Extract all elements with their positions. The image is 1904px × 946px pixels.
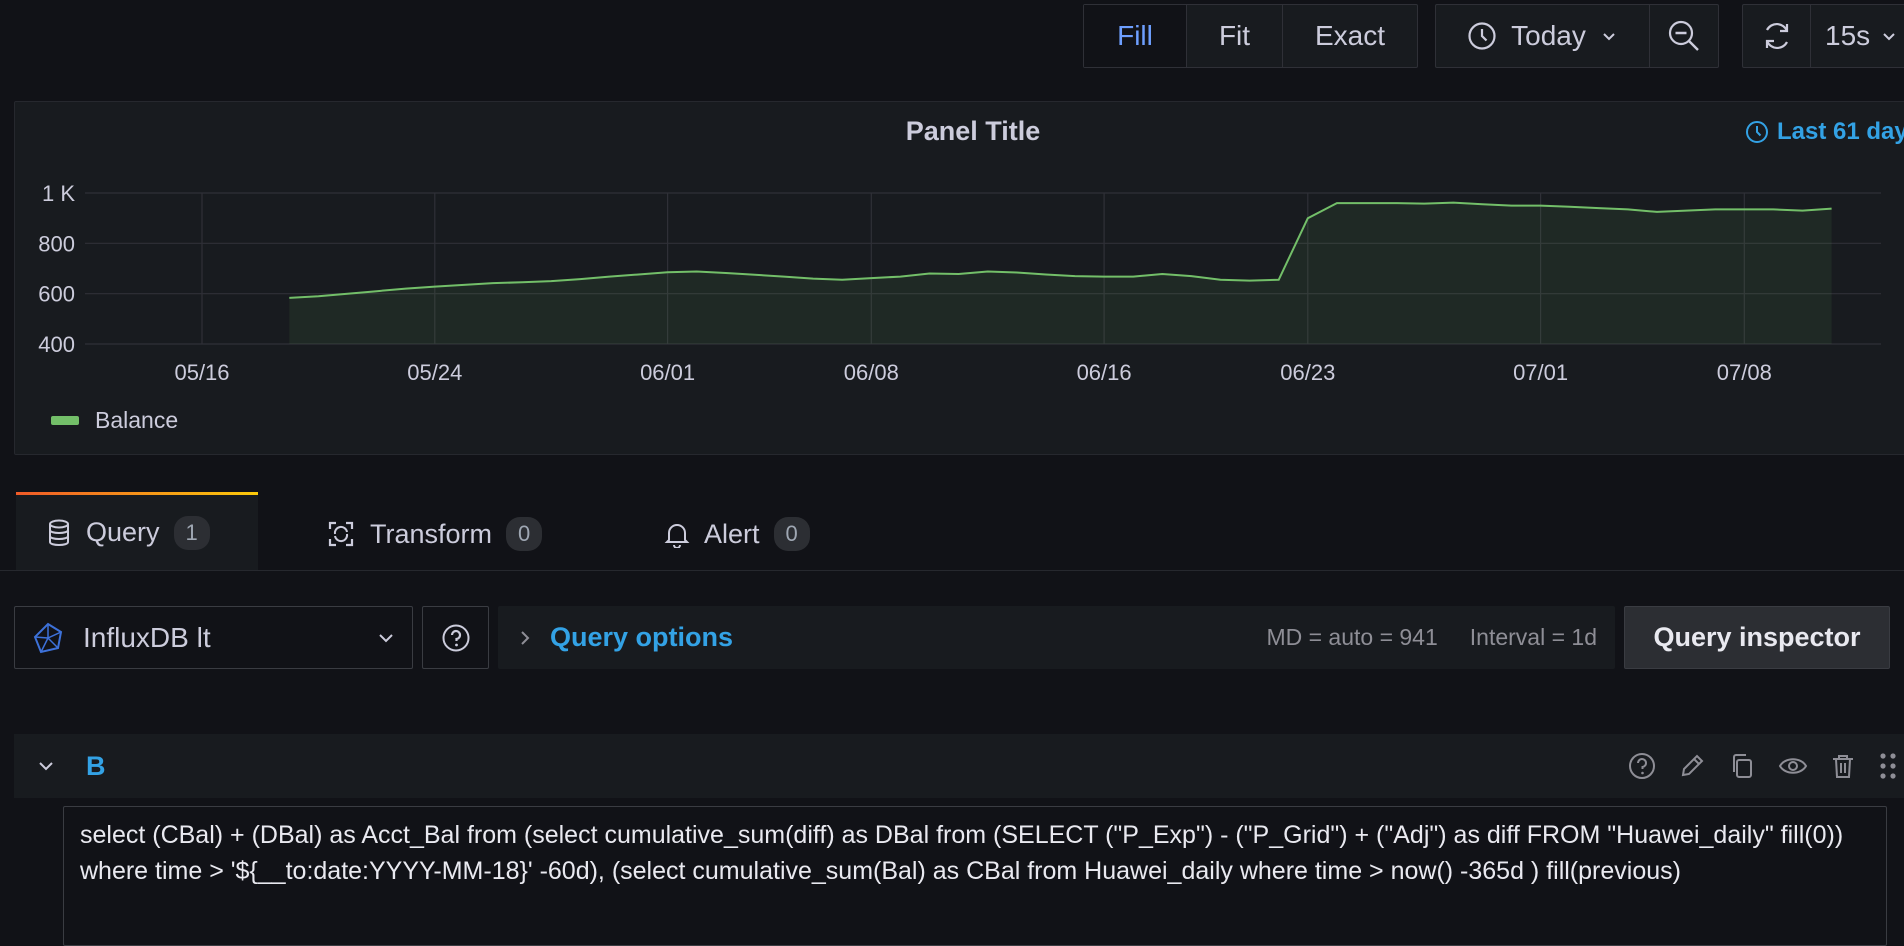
datasource-picker[interactable]: InfluxDB lt	[14, 606, 413, 669]
query-options-label: Query options	[550, 622, 734, 652]
series-area-balance	[289, 202, 1832, 344]
query-inspector-button[interactable]: Query inspector	[1624, 606, 1890, 669]
chevron-right-icon	[521, 630, 530, 645]
datasource-help-button[interactable]	[422, 606, 489, 669]
x-tick-label: 05/24	[407, 360, 462, 385]
refresh-icon	[1765, 22, 1788, 50]
legend-item-balance[interactable]: Balance	[95, 407, 178, 434]
tab-alert[interactable]: Alert 0	[634, 495, 840, 573]
view-mode-group: Fill Fit Exact	[1083, 4, 1418, 68]
help-icon[interactable]	[1628, 752, 1656, 780]
tabs-divider	[0, 570, 1904, 571]
refresh-button[interactable]	[1743, 5, 1811, 67]
y-tick-label: 1 K	[42, 181, 75, 206]
zoom-out-icon	[1668, 20, 1699, 51]
tab-transform[interactable]: Transform 0	[296, 495, 572, 573]
clock-icon	[1468, 22, 1496, 50]
tab-query-label: Query	[86, 517, 160, 547]
max-data-points: MD = auto = 941	[1266, 624, 1438, 650]
time-range-label: Today	[1511, 20, 1586, 51]
query-options-info: MD = auto = 941 Interval = 1d	[1266, 624, 1597, 651]
chevron-down-icon	[1883, 33, 1895, 41]
fit-button[interactable]: Fit	[1187, 5, 1283, 67]
copy-icon[interactable]	[1728, 752, 1756, 780]
x-tick-label: 06/01	[640, 360, 695, 385]
x-tick-label: 07/08	[1717, 360, 1772, 385]
database-icon	[49, 519, 69, 546]
chevron-down-icon	[379, 633, 393, 642]
time-picker-group: Today	[1435, 4, 1719, 68]
refresh-interval-picker[interactable]: 15s	[1811, 5, 1904, 67]
query-row-actions	[1628, 734, 1898, 798]
refresh-group: 15s	[1742, 4, 1904, 68]
legend-swatch	[51, 416, 79, 425]
tab-query-count: 1	[173, 515, 210, 550]
chevron-down-icon	[1603, 33, 1615, 41]
y-tick-label: 600	[38, 282, 75, 307]
help-icon	[442, 624, 469, 651]
exact-button[interactable]: Exact	[1283, 5, 1417, 67]
interval-info: Interval = 1d	[1469, 624, 1597, 650]
fill-button[interactable]: Fill	[1084, 5, 1187, 67]
query-row-header: B	[14, 734, 1904, 798]
x-tick-label: 06/16	[1077, 360, 1132, 385]
tab-alert-label: Alert	[704, 518, 760, 549]
bell-icon	[664, 524, 690, 548]
x-tick-label: 06/08	[844, 360, 899, 385]
y-tick-label: 800	[38, 231, 75, 256]
transform-icon	[328, 521, 354, 547]
y-tick-label: 400	[38, 332, 75, 357]
time-range-picker[interactable]: Today	[1436, 5, 1650, 67]
tab-transform-count: 0	[506, 517, 543, 551]
x-tick-label: 07/01	[1513, 360, 1568, 385]
legend: Balance	[51, 407, 178, 434]
tab-alert-count: 0	[773, 517, 810, 551]
tab-query[interactable]: Query 1	[16, 492, 258, 570]
collapse-chevron-icon[interactable]	[36, 756, 56, 776]
datasource-name: InfluxDB lt	[83, 621, 211, 653]
query-options-bar[interactable]: Query options MD = auto = 941 Interval =…	[498, 606, 1615, 669]
x-tick-label: 06/23	[1280, 360, 1335, 385]
graph-panel: Panel Title Last 61 days 4006008001 K05/…	[14, 101, 1904, 455]
x-tick-label: 05/16	[174, 360, 229, 385]
influxdb-icon	[33, 622, 63, 653]
drag-handle-icon[interactable]	[1878, 751, 1898, 781]
zoom-out-button[interactable]	[1650, 5, 1718, 67]
query-name[interactable]: B	[86, 751, 106, 782]
refresh-interval-label: 15s	[1825, 20, 1871, 51]
eye-icon[interactable]	[1778, 752, 1808, 780]
tab-transform-label: Transform	[370, 518, 493, 549]
trash-icon[interactable]	[1830, 752, 1856, 780]
pencil-icon[interactable]	[1678, 752, 1706, 780]
balance-chart[interactable]: 400 600 800 1 K 05/16 05/24 06/01 06/08 06/16 06/…	[15, 102, 1904, 402]
query-editor[interactable]: select (CBal) + (DBal) as Acct_Bal from …	[63, 806, 1887, 946]
